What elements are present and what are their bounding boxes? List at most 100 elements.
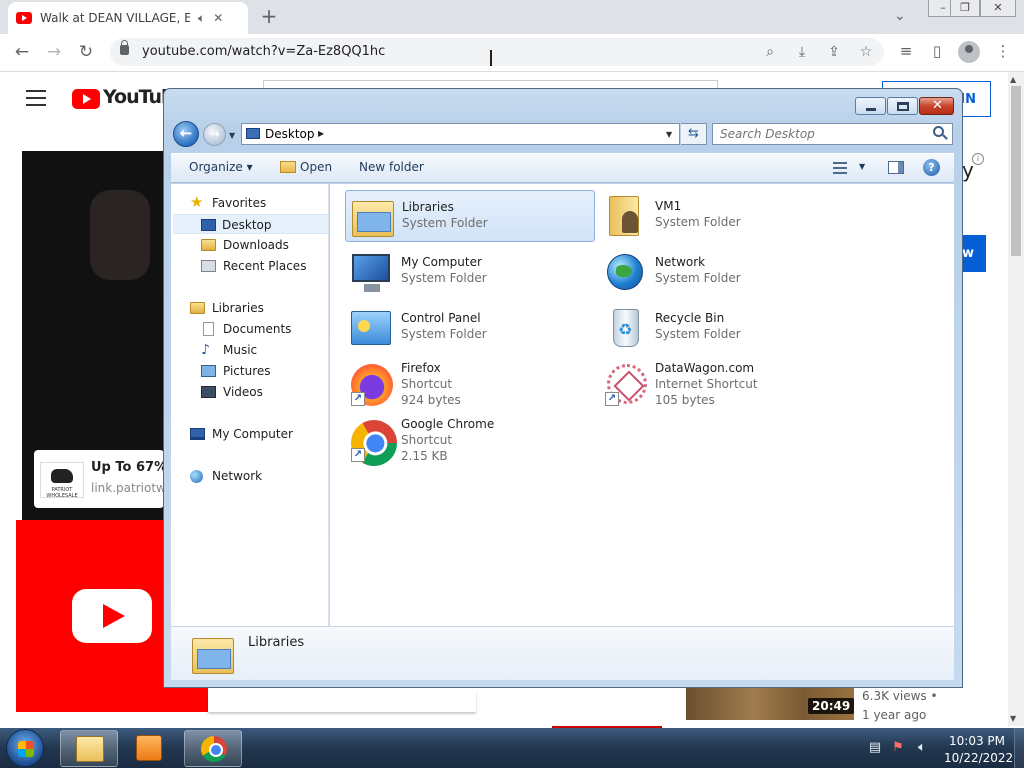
bookmark-star-icon[interactable]: ☆ (857, 44, 875, 60)
scroll-up-icon[interactable]: ▲ (1010, 75, 1016, 84)
nav-network[interactable]: Network (190, 466, 329, 486)
recent-places-icon (201, 260, 216, 272)
nav-documents[interactable]: Documents (201, 319, 340, 339)
side-panel-icon[interactable]: ▯ (927, 42, 947, 60)
chrome-menu-icon[interactable]: ⋮ (993, 42, 1013, 60)
close-window-button[interactable]: ✕ (980, 0, 1016, 17)
nav-music[interactable]: ♪ Music (201, 340, 340, 360)
nav-favorites[interactable]: ★ Favorites (190, 193, 329, 213)
shortcut-arrow-icon: ↗ (605, 392, 619, 406)
browser-tab[interactable]: Walk at DEAN VILLAGE, Edin 🔈︎ ✕ (8, 2, 248, 34)
back-arrow-icon[interactable]: ← (12, 42, 32, 62)
reload-icon[interactable]: ↻ (76, 42, 96, 62)
preview-pane-icon[interactable] (888, 161, 904, 174)
tab-title: Walk at DEAN VILLAGE, Edin (40, 11, 190, 25)
recycle-bin-icon (603, 306, 647, 350)
clock-time[interactable]: 10:03 PM (949, 734, 1005, 748)
nav-desktop[interactable]: Desktop (173, 214, 328, 234)
address-dropdown-icon[interactable]: ▼ (666, 130, 672, 139)
file-item-control-panel[interactable]: Control Panel System Folder (345, 302, 595, 354)
change-view-icon[interactable] (833, 162, 847, 174)
forward-arrow-icon[interactable]: → (44, 42, 64, 62)
nav-recent-places[interactable]: Recent Places (201, 256, 340, 276)
file-item-datawagon[interactable]: ↗ DataWagon.com Internet Shortcut 105 by… (599, 358, 849, 410)
recent-pages-dropdown-icon[interactable]: ▼ (229, 131, 235, 140)
address-breadcrumb[interactable]: Desktop (265, 127, 315, 141)
clock-date[interactable]: 10/22/2022 (944, 751, 1013, 765)
video-views: 6.3K views • (862, 689, 938, 703)
tab-search-chevron-icon[interactable]: ⌄ (894, 8, 906, 24)
ad-link[interactable]: link.patriotw (91, 481, 164, 495)
file-item-my-computer[interactable]: My Computer System Folder (345, 246, 595, 298)
action-center-flag-icon[interactable]: ⚑ (891, 741, 905, 755)
zoom-search-icon[interactable]: ⌕ (761, 44, 779, 60)
explorer-close-button[interactable]: ✕ (919, 97, 954, 115)
user-folder-icon (603, 194, 647, 238)
refresh-icon[interactable]: ⇆ (681, 123, 707, 145)
nav-pictures[interactable]: Pictures (201, 361, 340, 381)
star-icon: ★ (190, 193, 204, 211)
url-text[interactable]: youtube.com/watch?v=Za-Ez8QQ1hc (142, 44, 385, 59)
partial-text: y (962, 158, 974, 182)
new-tab-button[interactable]: + (258, 6, 280, 28)
details-item-name: Libraries (248, 635, 305, 650)
ad-banner-footer (208, 690, 476, 712)
explorer-minimize-button[interactable] (855, 97, 886, 115)
new-folder-button[interactable]: New folder (359, 160, 424, 174)
open-button[interactable]: Open (300, 160, 332, 174)
volume-icon[interactable]: 🔈︎ (915, 741, 929, 755)
file-item-vm1[interactable]: VM1 System Folder (599, 190, 849, 242)
video-frame-content (90, 190, 150, 280)
file-item-libraries[interactable]: Libraries System Folder (345, 190, 595, 242)
back-button-icon[interactable]: ← (173, 121, 199, 147)
close-tab-icon[interactable]: ✕ (213, 11, 223, 25)
youtube-logo-icon[interactable] (72, 89, 100, 109)
chrome-icon (201, 736, 227, 762)
taskbar-media-player[interactable] (122, 730, 180, 767)
scroll-down-icon[interactable]: ▼ (1010, 714, 1016, 723)
ad-title[interactable]: Up To 67% O (91, 460, 164, 475)
restore-button[interactable]: ❐ (950, 0, 980, 17)
chrome-icon: ↗ (342, 411, 406, 475)
computer-icon (349, 250, 393, 294)
share-icon[interactable]: ⇪ (825, 44, 843, 60)
file-item-recycle-bin[interactable]: Recycle Bin System Folder (599, 302, 849, 354)
taskbar-chrome[interactable] (184, 730, 242, 767)
file-item-firefox[interactable]: ↗ Firefox Shortcut 924 bytes (345, 358, 595, 410)
text-cursor-icon (490, 50, 492, 66)
file-item-google-chrome[interactable]: ↗ Google Chrome Shortcut 2.15 KB (342, 411, 595, 475)
nav-libraries[interactable]: Libraries (190, 298, 329, 318)
libraries-folder-icon (350, 195, 394, 239)
youtube-play-logo-icon (72, 589, 152, 643)
install-app-icon[interactable]: ⤓ (793, 44, 811, 60)
view-dropdown-icon[interactable]: ▼ (859, 162, 865, 171)
explorer-maximize-button[interactable] (887, 97, 918, 115)
desktop-icon (201, 219, 216, 231)
network-icon (190, 470, 203, 483)
lock-icon[interactable] (120, 40, 129, 55)
file-item-network[interactable]: Network System Folder (599, 246, 849, 298)
start-button-windows-icon[interactable] (6, 729, 44, 767)
videos-icon (201, 386, 216, 398)
help-icon[interactable]: ? (923, 159, 940, 176)
taskbar-explorer[interactable] (60, 730, 118, 767)
scrollbar-thumb[interactable] (1011, 86, 1021, 256)
show-desktop-button[interactable] (1014, 728, 1024, 768)
media-controls-icon[interactable]: ≡ (896, 42, 916, 60)
search-input[interactable] (712, 123, 953, 145)
breadcrumb-arrow-icon[interactable]: ▶ (318, 129, 324, 138)
hamburger-menu-icon[interactable] (26, 90, 46, 106)
nav-downloads[interactable]: Downloads (201, 235, 340, 255)
nav-my-computer[interactable]: My Computer (190, 424, 329, 444)
documents-icon (203, 322, 214, 336)
folder-icon (76, 736, 104, 762)
nav-videos[interactable]: Videos (201, 382, 340, 402)
open-folder-icon[interactable] (280, 161, 296, 173)
profile-avatar[interactable] (958, 41, 980, 63)
speaker-icon[interactable]: 🔈︎ (198, 11, 205, 26)
shortcut-arrow-icon: ↗ (351, 392, 365, 406)
search-icon[interactable] (933, 126, 944, 137)
forward-button-icon[interactable]: → (203, 123, 226, 146)
organize-button[interactable]: Organize ▾ (189, 160, 253, 174)
network-tray-icon[interactable]: ▤ (868, 741, 882, 755)
